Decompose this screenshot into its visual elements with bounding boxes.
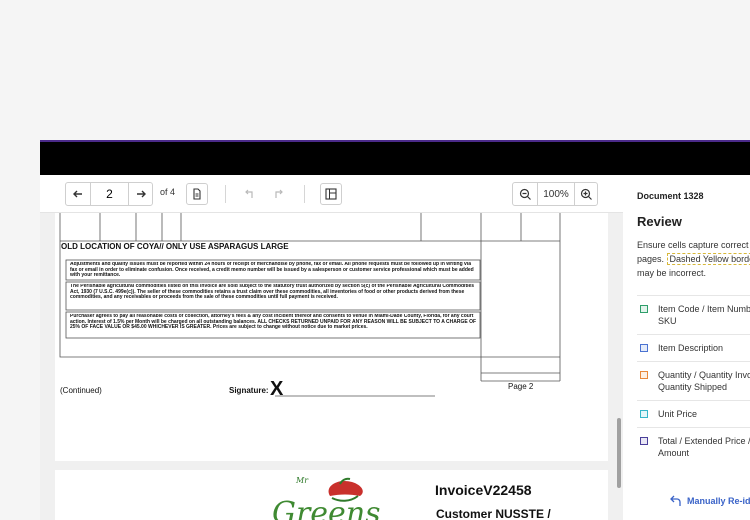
page-number-input[interactable]: 2	[91, 183, 128, 205]
logo-text: Greens	[272, 496, 381, 520]
invoice-number: InvoiceV22458	[435, 482, 532, 498]
company-logo: Mr Greens	[270, 474, 395, 520]
legend-swatch-icon	[640, 305, 648, 313]
customer-label: Customer NUSSTE /	[436, 507, 551, 520]
legend-item-total: Total / Extended Price / Amount	[637, 427, 750, 466]
layout-toggle-button[interactable]	[320, 183, 342, 205]
window-title-bar	[40, 140, 750, 175]
instruction-line-2: pages. Dashed Yellow borde	[637, 252, 750, 266]
legend-swatch-icon	[640, 344, 648, 352]
document-page-2: Mr Greens InvoiceV22458 Customer NUSSTE …	[55, 470, 608, 520]
scrollbar-thumb[interactable]	[617, 418, 621, 488]
section-title: OLD LOCATION OF COYA// ONLY USE ASPARAGU…	[61, 242, 289, 251]
legend-label: Item Code / Item Number / SKU	[658, 304, 750, 326]
undo-icon	[245, 189, 253, 198]
continued-label: (Continued)	[60, 386, 102, 395]
undo-button[interactable]	[240, 183, 260, 205]
zoom-in-icon	[580, 188, 592, 200]
legend-swatch-icon	[640, 437, 648, 445]
document-name: Document 1328	[637, 191, 704, 201]
legend-label: Unit Price	[658, 409, 698, 419]
legend-swatch-icon	[640, 410, 648, 418]
zoom-control: 100%	[512, 182, 598, 206]
arrow-left-icon	[73, 190, 82, 198]
next-page-button[interactable]	[129, 183, 152, 205]
page-label: Page 2	[508, 382, 534, 391]
legend-item-sku: Item Code / Item Number / SKU	[637, 295, 750, 334]
instruction-line-1: Ensure cells capture correct l	[637, 240, 750, 250]
document-viewer: 2 of 4 100% OLD LOCATION OF COYA// ONLY …	[40, 175, 623, 520]
app-window: 2 of 4 100% OLD LOCATION OF COYA// ONLY …	[40, 140, 750, 520]
legend-label: Quantity / Quantity Invoice / Quantity S…	[658, 370, 750, 392]
review-panel: Document 1328 Review Ensure cells captur…	[623, 175, 750, 520]
zoom-out-icon	[519, 188, 531, 200]
legend-label: Item Description	[658, 343, 724, 353]
signature-mark: X	[270, 378, 284, 400]
terms-paragraph-1: Adjustments and quality issues must be r…	[70, 262, 474, 279]
review-instructions: Ensure cells capture correct l pages. Da…	[637, 238, 750, 280]
legend-item-quantity: Quantity / Quantity Invoice / Quantity S…	[637, 361, 750, 400]
viewer-toolbar: 2 of 4 100%	[40, 175, 623, 213]
zoom-in-button[interactable]	[575, 183, 597, 205]
manually-reidentify-button[interactable]: Manually Re-id	[670, 495, 750, 507]
document-view-button[interactable]	[186, 183, 208, 205]
reidentify-label: Manually Re-id	[687, 496, 750, 506]
document-page-1: OLD LOCATION OF COYA// ONLY USE ASPARAGU…	[55, 213, 608, 461]
zoom-out-button[interactable]	[513, 183, 537, 205]
legend-item-unit-price: Unit Price	[637, 400, 750, 427]
redo-icon	[275, 189, 283, 198]
viewer-scrollbar[interactable]	[616, 213, 622, 520]
arrow-right-icon	[136, 190, 146, 198]
terms-paragraph-2: The Perishable agricultural commodities …	[70, 284, 475, 301]
dashed-yellow-highlight: Dashed Yellow borde	[666, 253, 750, 265]
return-arrow-icon	[670, 495, 681, 506]
logo-small-text: Mr	[296, 476, 309, 485]
legend-item-description: Item Description	[637, 334, 750, 361]
instruction-line-2-prefix: pages.	[637, 254, 665, 264]
terms-paragraph-3: Purchaser agrees to pay all reasonable c…	[70, 314, 477, 331]
redo-button[interactable]	[268, 183, 288, 205]
instruction-line-3: may be incorrect.	[637, 268, 707, 278]
page-navigator: 2	[65, 182, 153, 206]
signature-label: Signature:	[229, 386, 269, 395]
file-text-icon	[193, 188, 201, 200]
review-title: Review	[637, 214, 682, 229]
zoom-level: 100%	[543, 188, 569, 200]
previous-page-button[interactable]	[66, 183, 90, 205]
legend-label: Total / Extended Price / Amount	[658, 436, 750, 458]
page-count-label: of 4	[160, 187, 176, 197]
legend-swatch-icon	[640, 371, 648, 379]
layout-panel-icon	[325, 188, 337, 200]
field-legend: Item Code / Item Number / SKU Item Descr…	[637, 295, 750, 466]
